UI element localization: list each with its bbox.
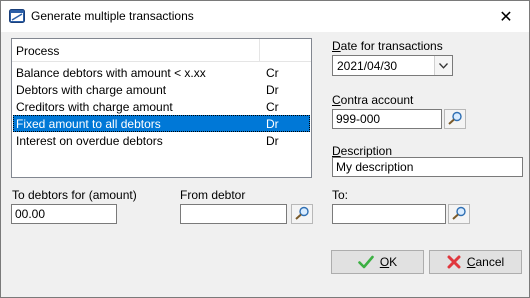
from-debtor-input[interactable] [180,204,287,224]
to-debtor-lookup-button[interactable] [448,204,470,224]
search-icon [451,206,467,223]
cancel-button[interactable]: Cancel [429,250,522,274]
to-debtors-amount-label: To debtors for (amount) [12,188,137,202]
to-debtors-amount-input[interactable]: 00.00 [11,204,117,224]
from-debtor-label: From debtor [180,188,246,202]
process-side: Cr [266,100,279,114]
cancel-label: Cancel [466,255,505,269]
contra-account-input[interactable]: 999-000 [332,109,442,129]
process-list-header[interactable]: Process [12,39,311,62]
list-item[interactable]: Creditors with charge amount Cr [13,98,310,115]
list-item-selected[interactable]: Fixed amount to all debtors Dr [13,115,310,132]
ok-label: OK [379,255,398,269]
contra-account-label: Contra account [332,93,414,107]
process-name: Creditors with charge amount [16,100,173,114]
column-separator[interactable] [259,39,260,61]
process-name: Balance debtors with amount < x.xx [16,66,206,80]
window-title: Generate multiple transactions [31,9,194,23]
chevron-down-icon[interactable] [434,56,452,75]
ok-button[interactable]: OK [331,250,424,274]
date-dropdown[interactable]: 2021/04/30 [332,55,453,76]
from-debtor-lookup-button[interactable] [291,204,313,224]
list-item[interactable]: Debtors with charge amount Dr [13,81,310,98]
process-column-header[interactable]: Process [16,44,59,58]
close-button[interactable]: ✕ [483,1,529,32]
checkmark-icon [358,255,374,269]
process-name: Interest on overdue debtors [16,134,163,148]
app-window-icon [9,8,25,24]
description-label: Description [332,144,393,158]
cancel-x-icon [447,255,461,269]
process-side: Cr [266,66,279,80]
process-name: Fixed amount to all debtors [16,117,161,131]
to-label: To: [332,188,349,202]
process-side: Dr [266,117,279,131]
process-list[interactable]: Process Balance debtors with amount < x.… [11,38,312,178]
list-item[interactable]: Interest on overdue debtors Dr [13,132,310,149]
search-icon [294,206,310,223]
close-icon: ✕ [499,8,513,26]
dialog-window: Generate multiple transactions ✕ Process… [0,0,530,298]
date-value: 2021/04/30 [337,59,398,73]
title-bar: Generate multiple transactions ✕ [1,1,529,32]
list-item[interactable]: Balance debtors with amount < x.xx Cr [13,64,310,81]
date-label: Date for transactions [332,39,443,53]
process-side: Dr [266,83,279,97]
description-input[interactable]: My description [332,157,523,177]
search-icon [447,111,463,128]
contra-lookup-button[interactable] [444,109,466,129]
process-side: Dr [266,134,279,148]
to-debtor-input[interactable] [332,204,446,224]
process-name: Debtors with charge amount [16,83,167,97]
